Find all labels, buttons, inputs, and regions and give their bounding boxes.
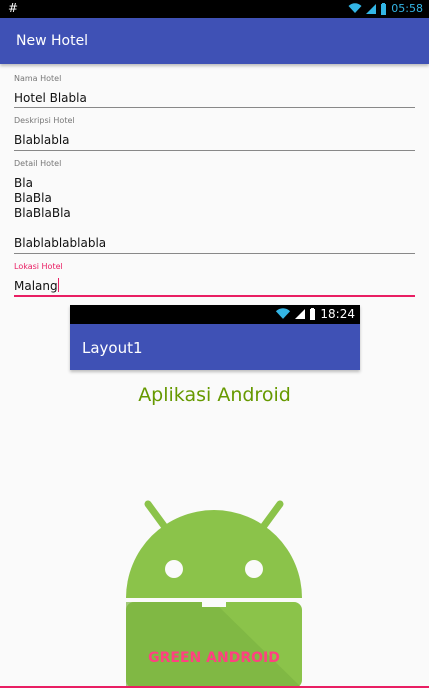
lokasi-hotel-underline [14, 295, 415, 297]
signal-icon [295, 309, 306, 319]
battery-icon [310, 308, 316, 320]
detail-hotel-label: Detail Hotel [14, 159, 62, 168]
deskripsi-hotel-field[interactable]: Deskripsi Hotel Blablabla [14, 114, 415, 152]
preview-title: Layout1 [82, 339, 143, 357]
text-cursor [57, 278, 59, 292]
signal-icon [366, 3, 377, 14]
status-time: 05:58 [391, 2, 423, 15]
preview-status-bar: 18:24 [70, 305, 360, 324]
battery-icon [381, 2, 387, 15]
detail-line[interactable]: BlaBlaBla [14, 206, 71, 221]
detail-hotel-underline [14, 253, 415, 254]
app-title: New Hotel [16, 33, 89, 49]
nama-hotel-underline [14, 107, 415, 108]
lokasi-hotel-field[interactable]: Lokasi Hotel Malang [14, 260, 415, 300]
deskripsi-hotel-label: Deskripsi Hotel [14, 116, 75, 125]
layout-preview: 18:24 Layout1 [70, 305, 360, 370]
lokasi-hotel-input-wrap[interactable]: Malang [14, 278, 59, 294]
robot-caption: GREEN ANDROID [148, 650, 280, 666]
wifi-icon [348, 3, 362, 14]
deskripsi-hotel-input[interactable]: Blablabla [14, 133, 70, 148]
nama-hotel-label: Nama Hotel [14, 74, 62, 83]
lokasi-hotel-input[interactable]: Malang [14, 279, 58, 293]
notification-icon: # [8, 1, 19, 15]
detail-line[interactable]: Bla [14, 176, 33, 191]
nama-hotel-field[interactable]: Nama Hotel Hotel Blabla [14, 72, 415, 110]
nama-hotel-input[interactable]: Hotel Blabla [14, 91, 87, 106]
detail-line[interactable]: BlaBla [14, 191, 52, 206]
detail-line[interactable]: Blablablablabla [14, 236, 106, 251]
detail-hotel-field[interactable]: Detail Hotel Bla BlaBla BlaBlaBla Blabla… [14, 157, 415, 257]
status-bar: # 05:58 [0, 0, 429, 18]
preview-time: 18:24 [320, 307, 355, 321]
lokasi-hotel-label: Lokasi Hotel [14, 262, 63, 271]
deskripsi-hotel-underline [14, 150, 415, 151]
app-bar: New Hotel [0, 18, 429, 64]
wifi-icon [276, 308, 291, 319]
preview-headline: Aplikasi Android [138, 384, 291, 406]
